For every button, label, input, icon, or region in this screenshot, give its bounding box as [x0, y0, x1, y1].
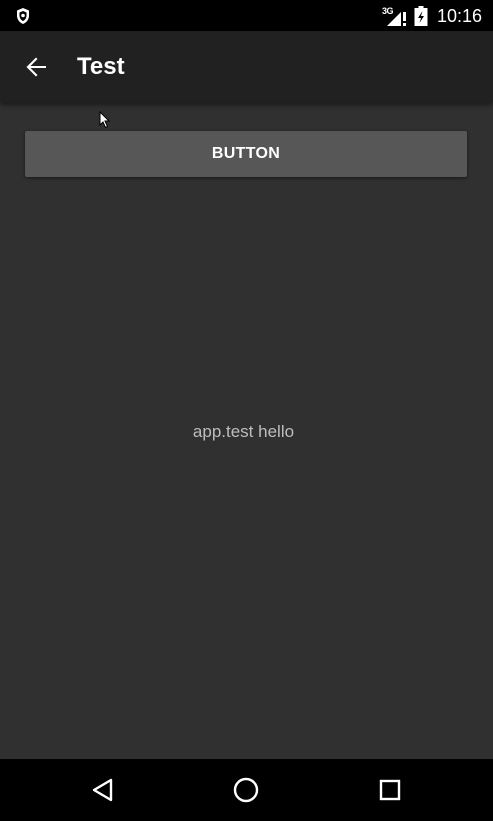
back-triangle-icon[interactable]	[86, 773, 120, 807]
page-title: Test	[77, 53, 125, 80]
mouse-pointer-icon	[99, 111, 111, 129]
hello-message: app.test hello	[192, 422, 295, 441]
recents-square-icon[interactable]	[373, 773, 407, 807]
home-circle-icon[interactable]	[229, 773, 263, 807]
navigation-bar	[0, 759, 493, 821]
app-bar: Test	[0, 31, 493, 102]
signal-icon	[387, 12, 406, 26]
shield-icon	[17, 8, 29, 24]
screen: 3G 10:16 Test BUTTON app.test hello	[0, 0, 493, 821]
status-bar: 3G 10:16	[0, 0, 493, 31]
status-clock: 10:16	[437, 6, 483, 26]
main-button[interactable]: BUTTON	[25, 131, 467, 177]
main-content: BUTTON app.test hello	[0, 102, 493, 759]
arrow-back-icon[interactable]	[20, 51, 52, 83]
battery-icon	[414, 6, 428, 26]
